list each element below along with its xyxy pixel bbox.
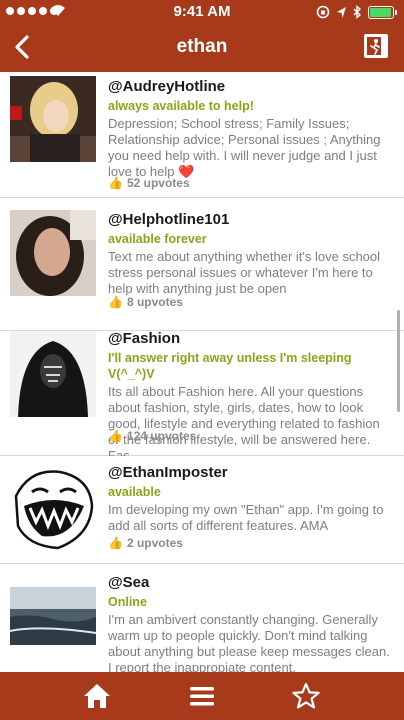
- exit-door-icon[interactable]: [362, 32, 390, 60]
- thumbs-up-icon: 👍: [108, 429, 123, 443]
- post-status: available: [108, 485, 161, 499]
- upvote-count[interactable]: 👍 2 upvotes: [108, 536, 183, 550]
- tab-bar: [0, 672, 404, 720]
- post-status: available forever: [108, 232, 207, 246]
- post-status: Online: [108, 595, 147, 609]
- upvote-count[interactable]: 👍 124 upvotes: [108, 429, 196, 443]
- post-status: always available to help!: [108, 99, 254, 113]
- avatar: [10, 466, 96, 552]
- scrollbar[interactable]: [397, 310, 400, 412]
- thumbs-up-icon: 👍: [108, 295, 123, 309]
- upvote-label: 52 upvotes: [126, 176, 190, 190]
- upvote-count[interactable]: 👍 8 upvotes: [108, 295, 183, 309]
- list-item[interactable]: @Helphotline101 available forever Text m…: [0, 198, 404, 331]
- list-item[interactable]: @AudreyHotline always available to help!…: [0, 72, 404, 198]
- list-item[interactable]: @EthanImposter available Im developing m…: [0, 456, 404, 564]
- page-title: ethan: [176, 36, 228, 57]
- post-description: Im developing my own "Ethan" app. I'm go…: [108, 502, 384, 533]
- star-icon[interactable]: [291, 682, 321, 710]
- list-item[interactable]: @Sea Online I'm an ambivert constantly c…: [0, 564, 404, 672]
- thumbs-up-icon: 👍: [108, 176, 123, 190]
- upvote-label: 8 upvotes: [126, 295, 183, 309]
- upvote-count[interactable]: 👍 52 upvotes: [108, 176, 190, 190]
- battery-icon: [368, 5, 397, 19]
- post-status: I'll answer right away unless I'm sleepi…: [108, 351, 352, 381]
- post-handle: @Helphotline101: [108, 211, 230, 228]
- post-description: Its all about Fashion here. All your que…: [108, 384, 380, 463]
- upvote-label: 124 upvotes: [126, 429, 197, 443]
- status-bar: 9:41 AM: [0, 0, 404, 24]
- post-handle: @Sea: [108, 574, 150, 591]
- upvote-label: 2 upvotes: [126, 536, 183, 550]
- top-bar: 9:41 AM ethan: [0, 0, 404, 72]
- avatar: [10, 587, 96, 645]
- post-description: I'm an ambivert constantly changing. Gen…: [108, 612, 390, 672]
- post-handle: @EthanImposter: [108, 464, 228, 481]
- post-list[interactable]: @AudreyHotline always available to help!…: [0, 72, 404, 672]
- post-description: Depression; School stress; Family Issues…: [108, 116, 381, 179]
- avatar: [10, 210, 96, 296]
- bluetooth-icon: [353, 5, 362, 19]
- avatar: [10, 331, 96, 417]
- post-handle: @AudreyHotline: [108, 78, 226, 95]
- home-icon[interactable]: [82, 682, 112, 710]
- menu-icon[interactable]: [187, 682, 217, 710]
- location-icon: [337, 6, 346, 18]
- post-handle: @Fashion: [108, 330, 181, 347]
- avatar: [10, 76, 96, 162]
- post-description: Text me about anything whether it's love…: [108, 249, 381, 296]
- nav-bar: ethan: [0, 24, 404, 72]
- thumbs-up-icon: 👍: [108, 536, 123, 550]
- list-item[interactable]: @Fashion I'll answer right away unless I…: [0, 330, 404, 463]
- rotation-lock-icon: [316, 5, 330, 19]
